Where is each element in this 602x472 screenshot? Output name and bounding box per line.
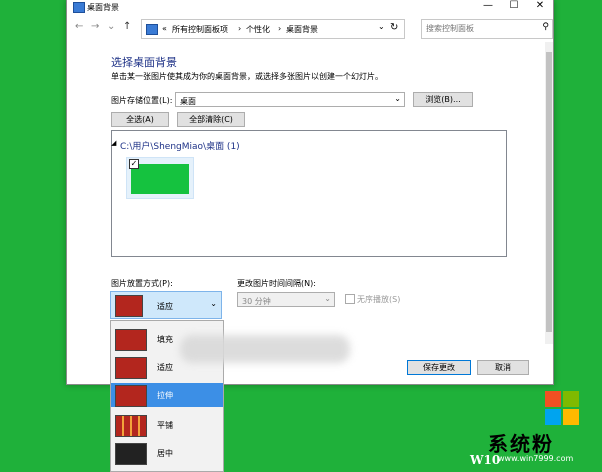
dropdown-item-tile[interactable]: 平铺	[111, 413, 223, 437]
select-all-button[interactable]: 全选(A)	[111, 112, 169, 127]
collapse-icon[interactable]: ◢	[111, 139, 116, 147]
thumbnail-checkbox[interactable]: ✓	[129, 159, 139, 169]
address-bar[interactable]: « 所有控制面板项 › 个性化 › 桌面背景 ⌄ ↻	[141, 19, 405, 39]
center-preview-icon	[115, 443, 147, 465]
page-description: 单击某一张图片使其成为你的桌面背景，或选择多张图片以创建一个幻灯片。	[111, 72, 383, 81]
save-button[interactable]: 保存更改	[407, 360, 471, 375]
shuffle-label: 无序播放(S)	[357, 295, 401, 304]
up-icon[interactable]: ↑	[123, 21, 131, 32]
interval-value: 30 分钟	[242, 297, 271, 306]
maximize-button[interactable]: ☐	[501, 0, 527, 14]
control-panel-small-icon	[146, 24, 158, 35]
refresh-icon[interactable]: ↻	[390, 22, 398, 33]
location-select[interactable]: 桌面 ⌄	[175, 92, 405, 107]
search-box[interactable]: ⚲	[421, 19, 553, 39]
scrollbar-thumb[interactable]	[546, 52, 552, 332]
chevron-down-icon: ⌄	[324, 294, 331, 303]
position-value: 适应	[157, 302, 173, 311]
minimize-button[interactable]: —	[475, 0, 501, 14]
location-label: 图片存储位置(L):	[111, 96, 173, 105]
watermark-w10: W10	[470, 453, 501, 467]
wallpaper-thumbnail[interactable]: ✓	[126, 157, 194, 199]
breadcrumb-desktop-background[interactable]: 桌面背景	[286, 24, 318, 35]
close-button[interactable]: ✕	[527, 0, 553, 14]
fill-preview-icon	[115, 329, 147, 351]
recent-pages-icon[interactable]: ⌄	[107, 21, 115, 32]
dropdown-item-stretch[interactable]: 拉伸	[111, 383, 223, 407]
address-dropdown-icon[interactable]: ⌄	[378, 22, 385, 31]
breadcrumb-all-items[interactable]: 所有控制面板项	[172, 24, 228, 35]
fit-preview-icon	[115, 357, 147, 379]
interval-label: 更改图片时间间隔(N):	[237, 279, 316, 288]
dropdown-item-center[interactable]: 居中	[111, 441, 223, 465]
breadcrumb-personalization[interactable]: 个性化	[246, 24, 270, 35]
chevron-down-icon: ⌄	[394, 94, 401, 103]
wallpaper-image	[131, 164, 189, 194]
blurred-overlay	[180, 335, 350, 363]
breadcrumb-overflow[interactable]: «	[162, 24, 167, 33]
location-value: 桌面	[180, 97, 196, 106]
dropdown-item-label: 平铺	[157, 421, 173, 430]
breadcrumb-separator: ›	[278, 24, 282, 33]
clear-all-button[interactable]: 全部清除(C)	[177, 112, 245, 127]
dropdown-item-label: 居中	[157, 449, 173, 458]
dropdown-item-label: 适应	[157, 363, 173, 372]
interval-select[interactable]: 30 分钟 ⌄	[237, 292, 335, 307]
cancel-button[interactable]: 取消	[477, 360, 529, 375]
control-panel-icon	[73, 2, 85, 13]
position-label: 图片放置方式(P):	[111, 279, 173, 288]
search-icon[interactable]: ⚲	[542, 22, 549, 32]
shuffle-checkbox[interactable]	[345, 294, 355, 304]
chevron-down-icon: ⌄	[210, 299, 217, 308]
dropdown-item-label: 拉伸	[157, 391, 173, 400]
forward-icon[interactable]: →	[91, 21, 99, 32]
watermark-site: www.win7999.com	[498, 454, 574, 463]
back-icon[interactable]: ←	[75, 21, 83, 32]
tile-preview-icon	[115, 415, 147, 437]
image-gallery[interactable]: ◢ C:\用户\ShengMiao\桌面 (1) ✓	[111, 130, 507, 257]
folder-label: C:\用户\ShengMiao\桌面 (1)	[120, 142, 240, 152]
address-row: ← → ⌄ ↑ « 所有控制面板项 › 个性化 › 桌面背景 ⌄ ↻ ⚲	[67, 18, 553, 40]
dropdown-item-label: 填充	[157, 335, 173, 344]
vertical-scrollbar[interactable]	[545, 42, 553, 344]
fit-preview-icon	[115, 295, 143, 317]
windows-logo	[545, 391, 579, 425]
breadcrumb-separator: ›	[238, 24, 242, 33]
title-bar[interactable]: 桌面背景 — ☐ ✕	[67, 0, 553, 14]
page-title: 选择桌面背景	[111, 56, 177, 69]
stretch-preview-icon	[115, 385, 147, 407]
search-input[interactable]	[426, 23, 536, 34]
window-title: 桌面背景	[87, 3, 119, 12]
position-select[interactable]: 适应 ⌄	[110, 291, 222, 319]
browse-button[interactable]: 浏览(B)...	[413, 92, 473, 107]
